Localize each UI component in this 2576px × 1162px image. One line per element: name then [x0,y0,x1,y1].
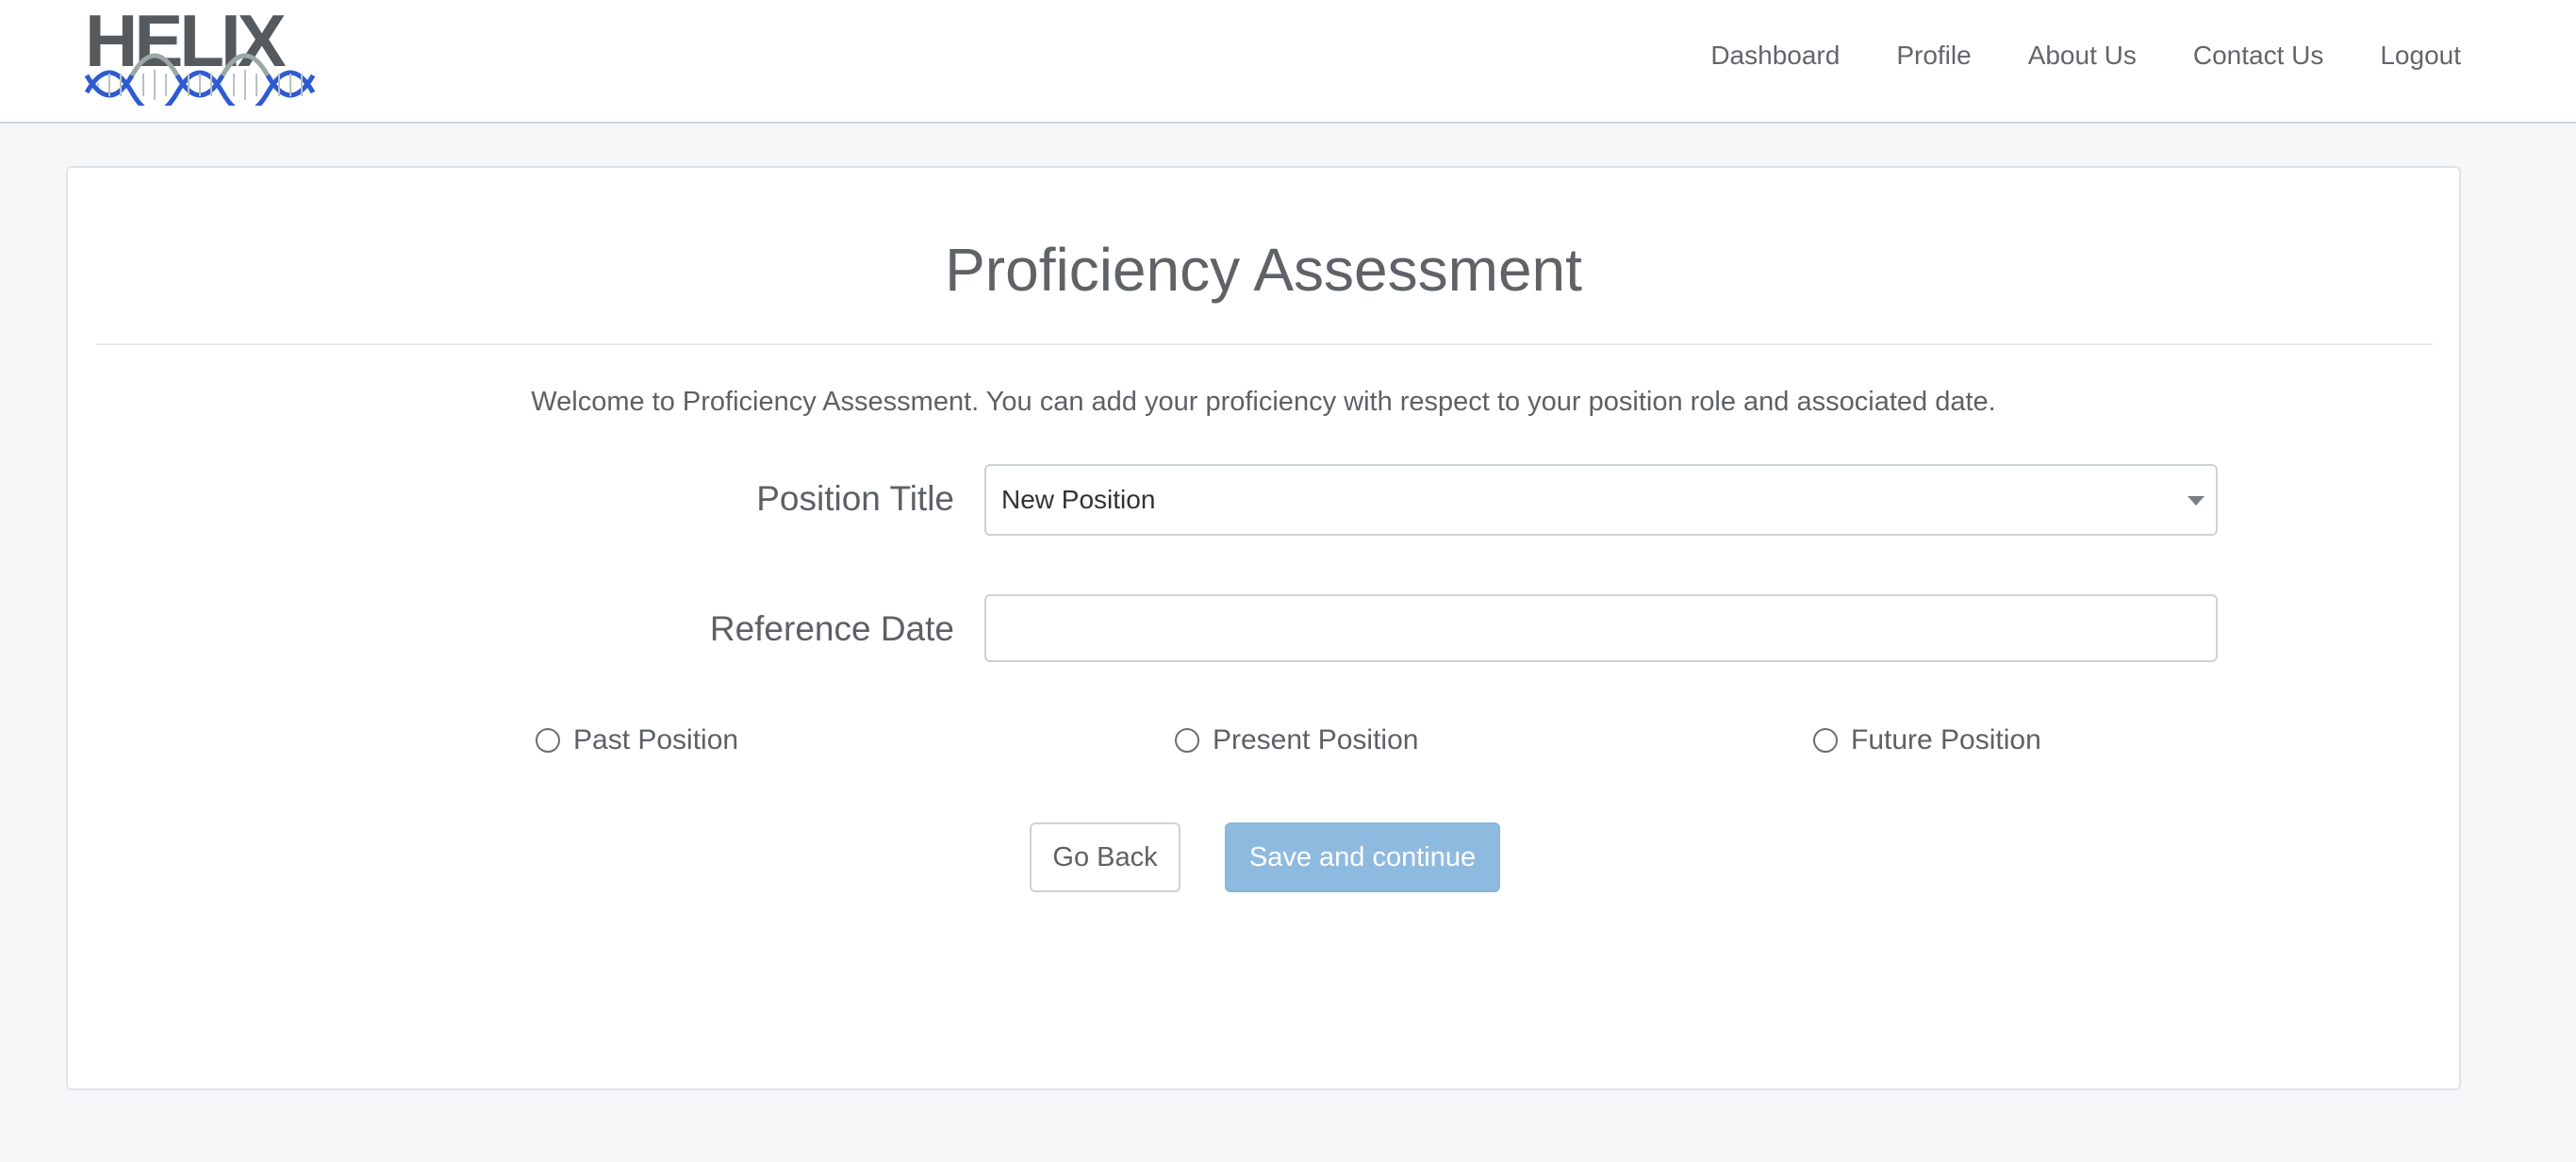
save-and-continue-button[interactable]: Save and continue [1225,822,1500,892]
chevron-down-icon [2188,496,2204,506]
logo-wordmark: HELIX [85,8,287,82]
nav-contact-us[interactable]: Contact Us [2193,41,2324,71]
page-title: Proficiency Assessment [945,236,1582,304]
position-title-selected-value: New Position [1001,485,1156,514]
top-navbar: HELIX Dashboard Profile About Us Contact… [0,0,2576,124]
radio-past-position[interactable]: Past Position [536,724,738,756]
reference-date-input[interactable] [984,594,2218,662]
radio-button-icon[interactable] [1175,728,1199,753]
nav-logout[interactable]: Logout [2380,41,2461,71]
helix-logo-graphic: HELIX [84,0,316,115]
nav-dashboard[interactable]: Dashboard [1710,41,1840,71]
helix-logo[interactable]: HELIX [83,0,319,115]
main-nav: Dashboard Profile About Us Contact Us Lo… [1654,0,2461,111]
reference-date-label: Reference Date [709,609,954,648]
intro-text: Welcome to Proficiency Assessment. You c… [531,387,1996,417]
title-divider [96,343,2433,345]
radio-button-icon[interactable] [536,728,560,753]
position-title-label: Position Title [756,479,954,518]
position-title-select[interactable]: New Position [984,464,2218,536]
radio-label: Past Position [573,724,739,755]
nav-profile[interactable]: Profile [1896,41,1971,71]
go-back-button[interactable]: Go Back [1030,822,1181,892]
radio-future-position[interactable]: Future Position [1813,724,2041,756]
nav-about-us[interactable]: About Us [2028,41,2137,71]
radio-present-position[interactable]: Present Position [1175,724,1418,756]
radio-label: Present Position [1213,724,1419,755]
radio-label: Future Position [1851,724,2041,755]
radio-button-icon[interactable] [1813,728,1838,753]
assessment-card: Proficiency Assessment Welcome to Profic… [66,166,2461,1090]
